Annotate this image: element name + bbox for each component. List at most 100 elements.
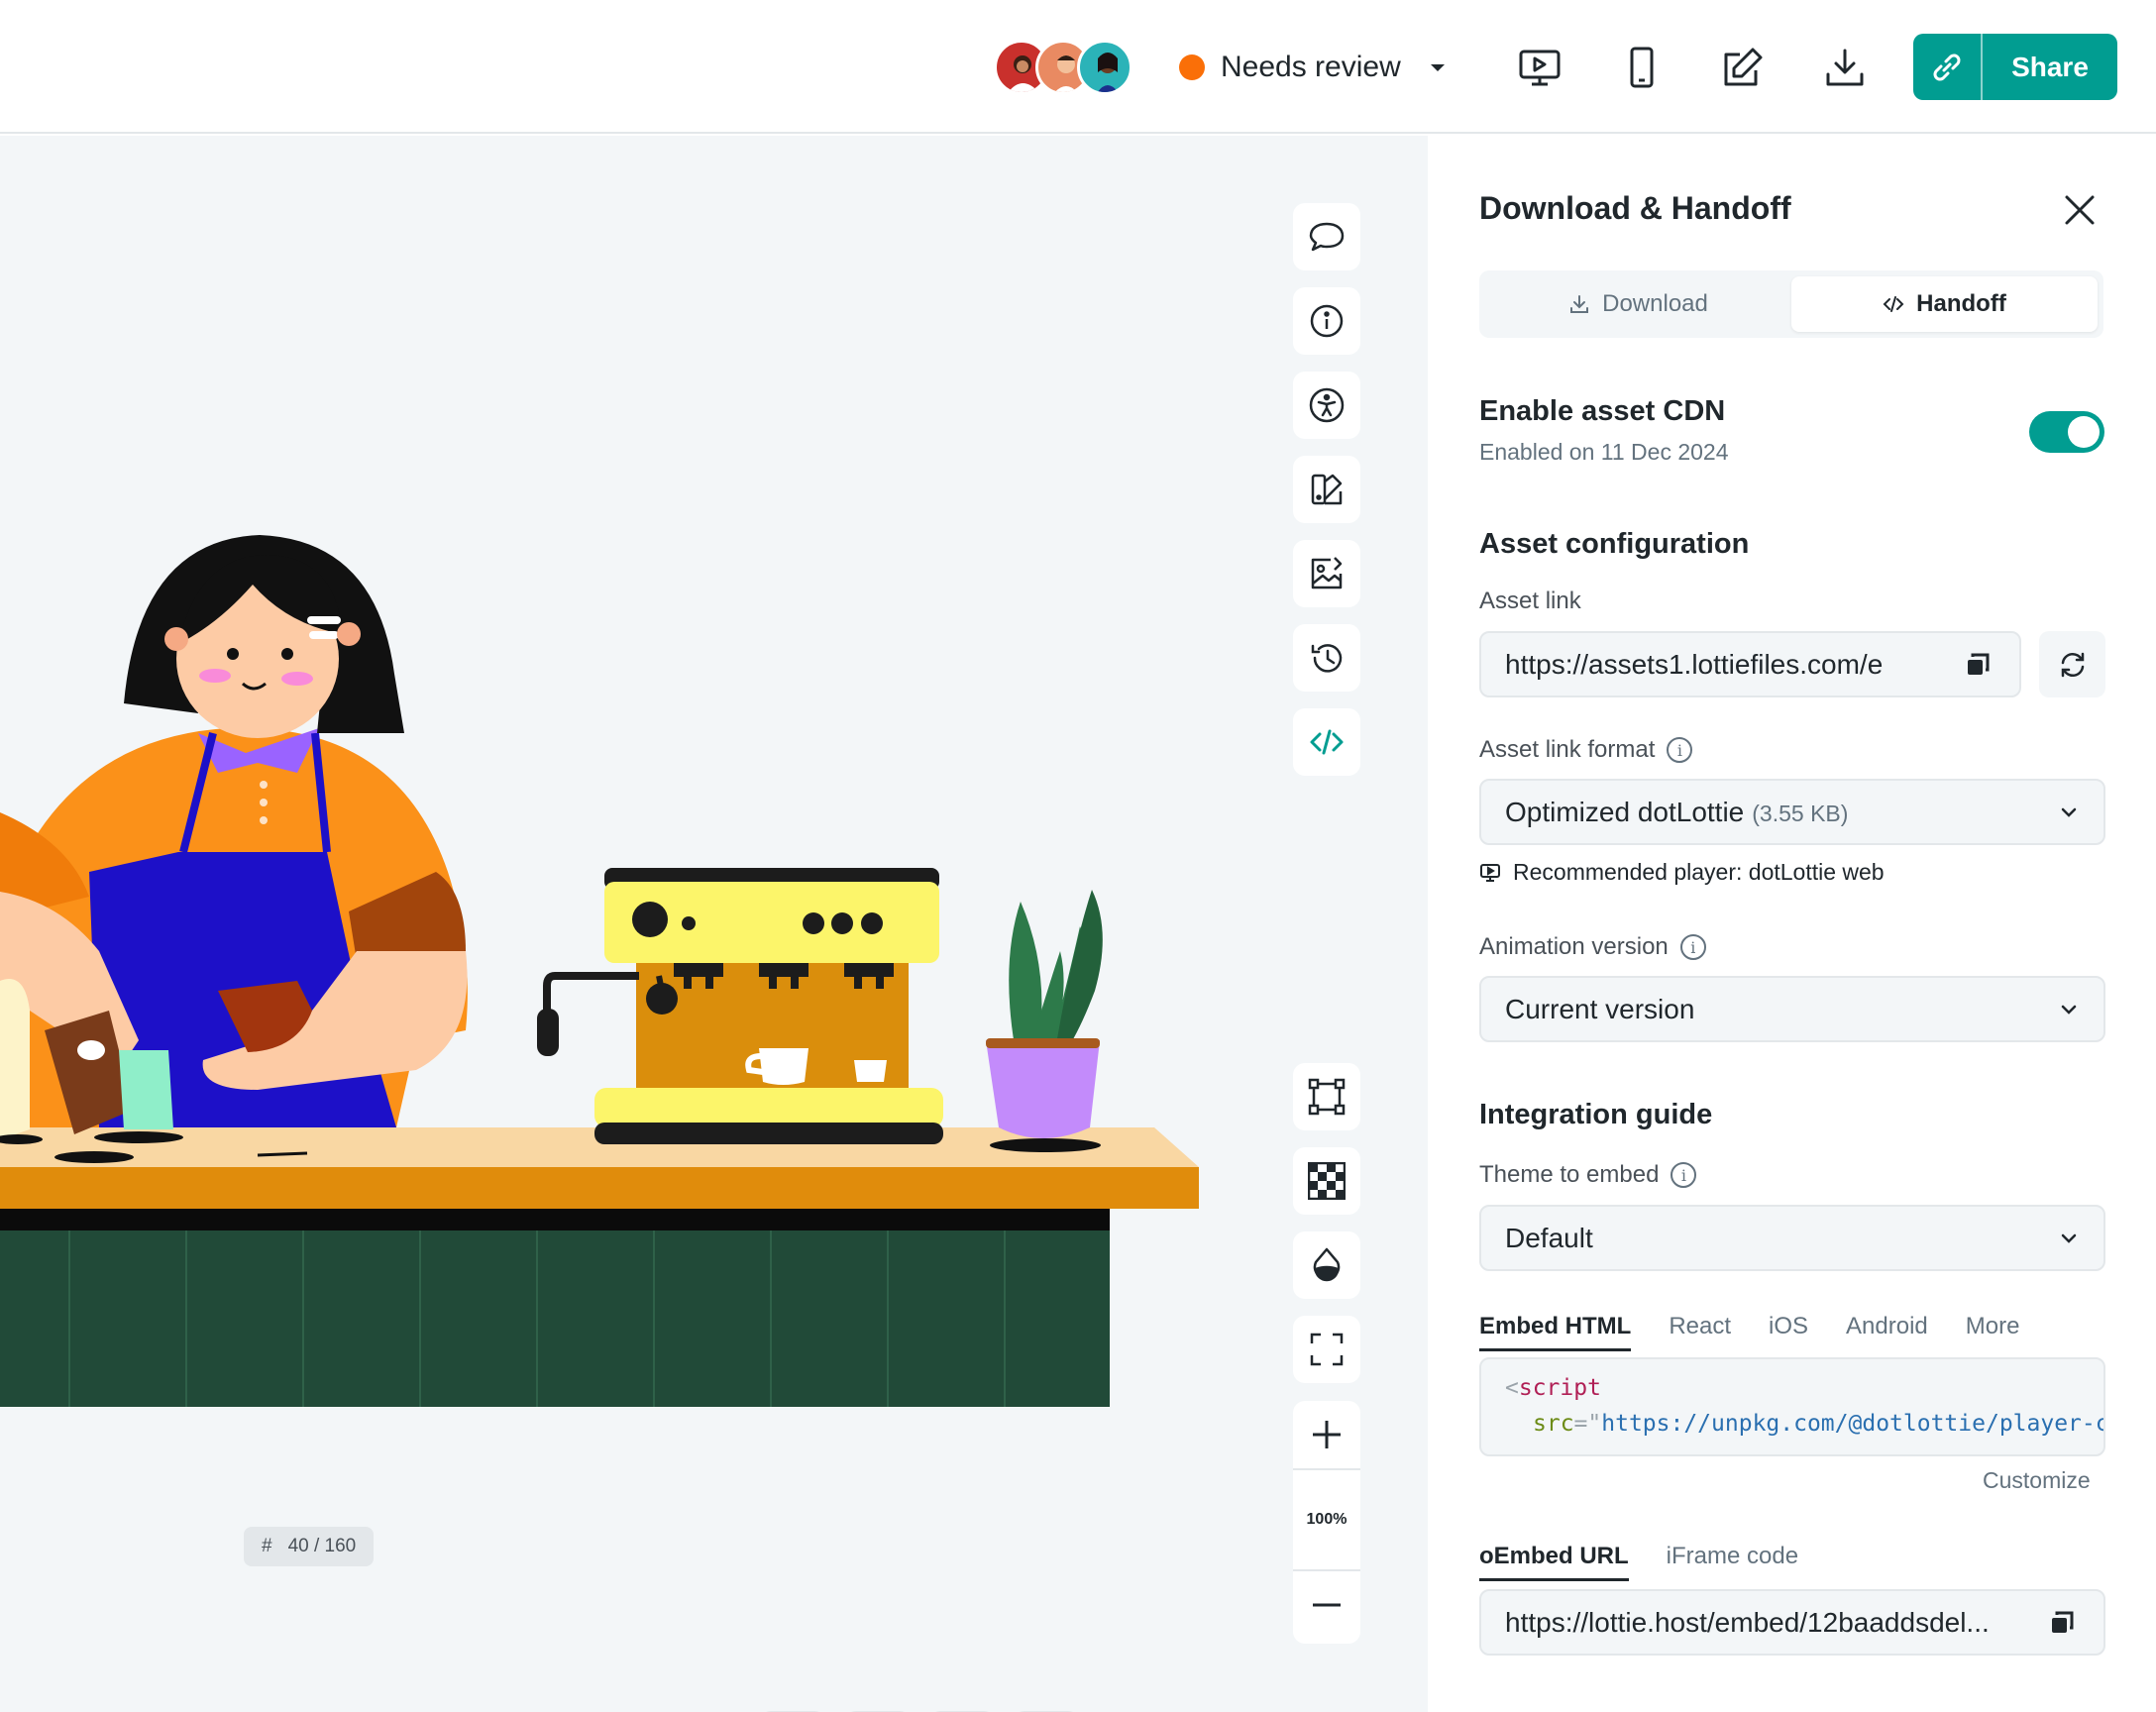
animation-version-select[interactable]: Current version	[1479, 976, 2105, 1042]
animation-preview	[0, 535, 1199, 1407]
status-label: Needs review	[1221, 51, 1401, 83]
history-icon[interactable]	[1293, 624, 1360, 692]
asset-format-value: Optimized dotLottie	[1505, 796, 1745, 827]
animation-version-label: Animation version i	[1479, 933, 1706, 961]
cdn-title: Enable asset CDN	[1479, 395, 1726, 427]
collaborator-avatars[interactable]	[994, 40, 1132, 95]
tab-more[interactable]: More	[1966, 1313, 2020, 1351]
share-button-group: Share	[1913, 34, 2117, 100]
tab-ios[interactable]: iOS	[1769, 1313, 1808, 1351]
frame-label: 40 / 160	[287, 1536, 357, 1556]
code-tag: script	[1518, 1375, 1601, 1401]
copy-icon[interactable]	[1960, 647, 1995, 683]
share-button[interactable]: Share	[1983, 34, 2117, 100]
chevron-down-icon	[1430, 64, 1445, 71]
theme-label: Theme to embed i	[1479, 1161, 1697, 1189]
edit-icon[interactable]	[1713, 38, 1773, 97]
info-icon[interactable]: i	[1667, 737, 1693, 763]
asset-format-label-text: Asset link format	[1479, 736, 1656, 763]
code-attr: src	[1533, 1411, 1574, 1437]
canvas-tools-bottom	[1293, 1063, 1360, 1383]
asset-link-value: https://assets1.lottiefiles.com/e	[1505, 648, 1884, 680]
tab-handoff-label: Handoff	[1916, 290, 2006, 317]
info-icon[interactable]	[1293, 287, 1360, 355]
tab-iframe-code[interactable]: iFrame code	[1667, 1543, 1798, 1581]
info-icon[interactable]: i	[1679, 934, 1706, 960]
theme-value: Default	[1505, 1222, 1593, 1253]
mobile-preview-icon[interactable]	[1612, 38, 1671, 97]
code-bracket: <	[1505, 1375, 1519, 1401]
tab-react[interactable]: React	[1669, 1313, 1731, 1351]
review-status-dropdown[interactable]: Needs review	[1179, 48, 1449, 87]
asset-config-heading: Asset configuration	[1479, 528, 1750, 560]
integration-tabs: Embed HTML React iOS Android More	[1479, 1313, 2019, 1351]
background-color-icon[interactable]	[1293, 1231, 1360, 1299]
oembed-url-value: https://lottie.host/embed/12baaddsdel...	[1505, 1606, 1990, 1638]
asset-format-select[interactable]: Optimized dotLottie (3.55 KB)	[1479, 779, 2105, 845]
download-icon[interactable]	[1815, 38, 1875, 97]
zoom-in-button[interactable]	[1293, 1401, 1360, 1468]
canvas-tools-top	[1293, 203, 1360, 776]
theme-icon[interactable]	[1293, 456, 1360, 523]
download-handoff-panel: Download & Handoff Download Handoff Enab…	[1428, 136, 2156, 1712]
oembed-url-field[interactable]: https://lottie.host/embed/12baaddsdel...	[1479, 1589, 2105, 1656]
close-icon[interactable]	[2057, 187, 2102, 233]
recommended-player: Recommended player: dotLottie web	[1479, 859, 1885, 886]
tab-oembed-url[interactable]: oEmbed URL	[1479, 1543, 1629, 1581]
animation-version-label-text: Animation version	[1479, 933, 1669, 960]
status-dot	[1179, 54, 1205, 80]
zoom-level[interactable]: 100%	[1293, 1468, 1360, 1571]
asset-link-label-text: Asset link	[1479, 588, 1581, 614]
panel-title: Download & Handoff	[1479, 190, 1791, 226]
accessibility-icon[interactable]	[1293, 372, 1360, 439]
cdn-toggle[interactable]	[2029, 411, 2104, 453]
code-equals: ="	[1573, 1411, 1602, 1437]
panel-tabs: Download Handoff	[1479, 270, 2103, 338]
tab-download-label: Download	[1602, 290, 1708, 317]
integration-heading: Integration guide	[1479, 1099, 1713, 1130]
chevron-down-icon	[2061, 807, 2077, 817]
tab-embed-html[interactable]: Embed HTML	[1479, 1313, 1632, 1351]
asset-link-label: Asset link	[1479, 588, 1581, 615]
asset-link-field[interactable]: https://assets1.lottiefiles.com/e	[1479, 631, 2021, 697]
plus-icon	[1313, 1421, 1341, 1448]
refresh-icon	[2061, 652, 2084, 677]
link-icon	[1933, 54, 1961, 80]
zoom-out-button[interactable]	[1293, 1571, 1360, 1639]
asset-format-label: Asset link format i	[1479, 736, 1693, 764]
copy-icon[interactable]	[2044, 1605, 2080, 1641]
customize-link[interactable]: Customize	[1983, 1467, 2091, 1494]
animation-version-value: Current version	[1505, 993, 1695, 1024]
info-icon[interactable]: i	[1671, 1162, 1697, 1188]
transparency-grid-icon[interactable]	[1293, 1147, 1360, 1215]
code-src-value: https://unpkg.com/@dotlottie/player-comp…	[1601, 1411, 2103, 1437]
asset-format-size: (3.55 KB)	[1752, 800, 1849, 826]
theme-label-text: Theme to embed	[1479, 1161, 1660, 1188]
theme-select[interactable]: Default	[1479, 1205, 2105, 1271]
code-icon[interactable]	[1293, 708, 1360, 776]
frame-counter[interactable]: # 40 / 160	[244, 1527, 375, 1566]
top-bar: Needs review Share	[0, 0, 2156, 134]
comment-icon[interactable]	[1293, 203, 1360, 270]
tab-handoff[interactable]: Handoff	[1791, 276, 2098, 332]
hash-icon: #	[262, 1536, 272, 1556]
tab-download[interactable]: Download	[1485, 276, 1791, 332]
tab-android[interactable]: Android	[1846, 1313, 1928, 1351]
embed-code-block[interactable]: <script src="https://unpkg.com/@dotlotti…	[1479, 1357, 2105, 1456]
cdn-subtitle: Enabled on 11 Dec 2024	[1479, 439, 1729, 465]
recommended-player-text: Recommended player: dotLottie web	[1513, 859, 1885, 885]
desktop-preview-icon[interactable]	[1510, 38, 1569, 97]
minus-icon	[1313, 1603, 1341, 1607]
asset-replace-icon[interactable]	[1293, 540, 1360, 607]
copy-link-button[interactable]	[1913, 34, 1983, 100]
zoom-controls: 100%	[1293, 1401, 1360, 1644]
embed-tabs: oEmbed URL iFrame code	[1479, 1543, 1798, 1581]
animation-canvas[interactable]: 100% # 40 / 160 1x	[0, 136, 1428, 1712]
bounding-box-icon[interactable]	[1293, 1063, 1360, 1130]
refresh-link-button[interactable]	[2039, 631, 2105, 697]
avatar[interactable]	[1077, 40, 1132, 95]
fullscreen-icon[interactable]	[1293, 1316, 1360, 1383]
download-icon	[1570, 295, 1589, 313]
code-icon	[1883, 296, 1904, 312]
player-icon	[1480, 863, 1500, 882]
